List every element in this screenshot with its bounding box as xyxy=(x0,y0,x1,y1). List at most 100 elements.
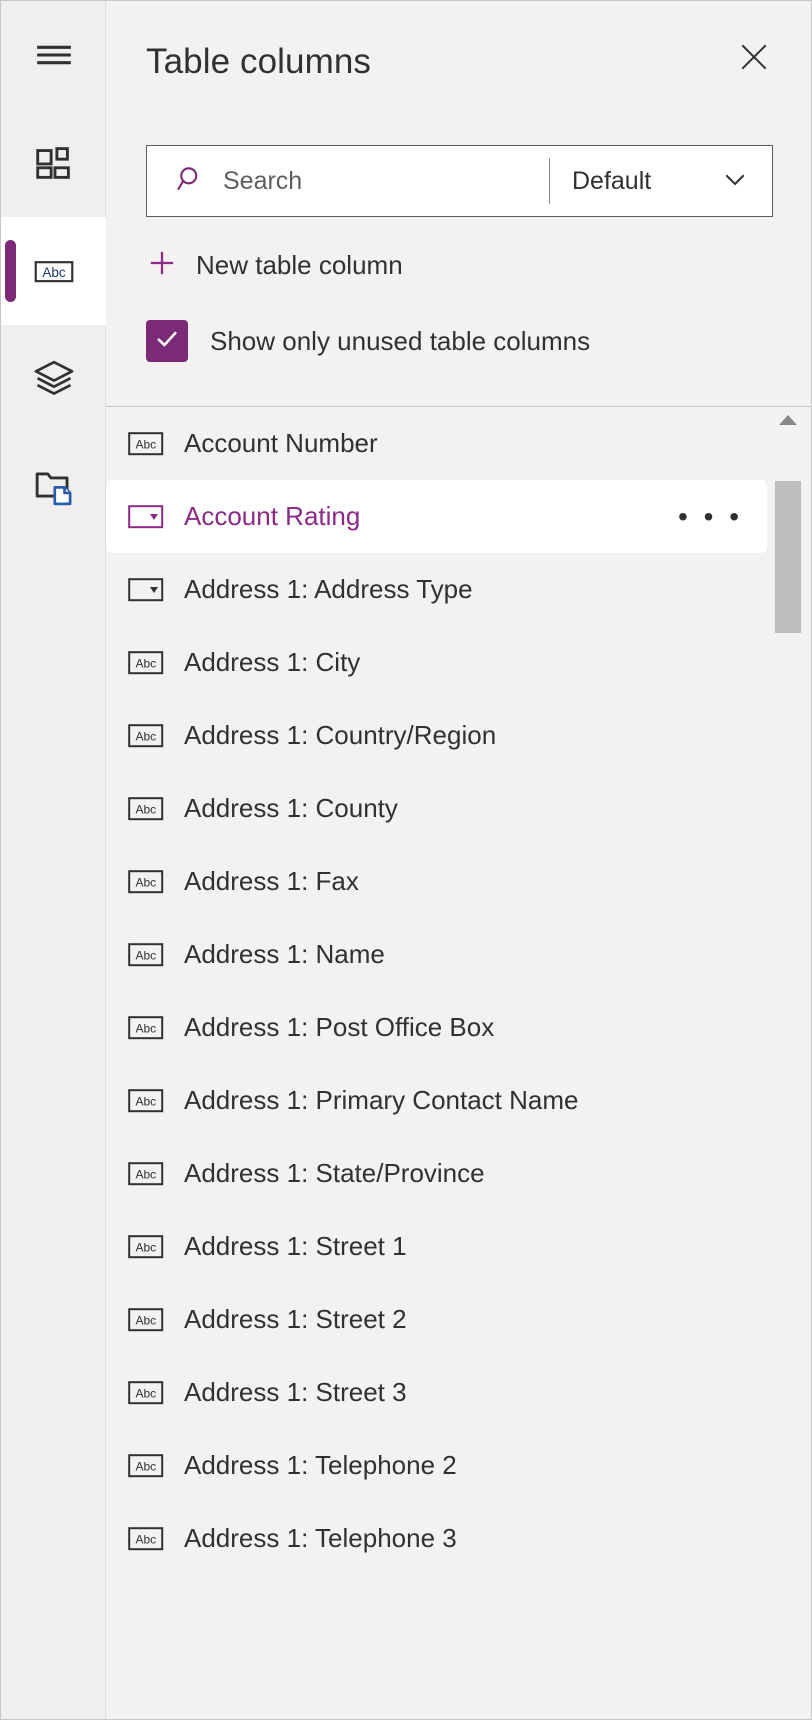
view-selector-label: Default xyxy=(572,167,651,196)
dropdown-icon xyxy=(128,577,164,603)
abc-icon: Abc xyxy=(128,1088,164,1114)
svg-text:Abc: Abc xyxy=(135,729,156,743)
svg-text:Abc: Abc xyxy=(135,656,156,670)
abc-icon: Abc xyxy=(128,1307,164,1333)
rail-item-layers[interactable] xyxy=(1,325,106,433)
list-item-label: Address 1: Telephone 3 xyxy=(184,1523,457,1554)
abc-icon: Abc xyxy=(128,942,164,968)
svg-text:Abc: Abc xyxy=(135,1167,156,1181)
list-item[interactable]: Abc Address 1: Telephone 2 xyxy=(106,1429,767,1502)
row-overflow-menu-button[interactable]: • • • xyxy=(678,503,751,531)
layers-icon xyxy=(31,356,77,402)
abc-icon: Abc xyxy=(128,796,164,822)
list-item[interactable]: Address 1: Address Type xyxy=(106,553,767,626)
list-item[interactable]: Abc Address 1: Primary Contact Name xyxy=(106,1064,767,1137)
list-item-label: Account Rating xyxy=(184,501,360,532)
scrollbar-up-button[interactable] xyxy=(775,409,801,435)
close-icon xyxy=(737,40,771,77)
search-field[interactable] xyxy=(147,146,549,216)
column-list-region: Abc Account Number Account Rating • • • Addr… xyxy=(106,407,811,1719)
list-item[interactable]: Abc Address 1: Street 3 xyxy=(106,1356,767,1429)
list-item[interactable]: Abc Address 1: Street 1 xyxy=(106,1210,767,1283)
list-item-label: Address 1: Country/Region xyxy=(184,720,496,751)
checkmark-icon xyxy=(153,325,181,358)
page-title: Table columns xyxy=(146,44,371,79)
pages-icon xyxy=(31,464,77,510)
components-icon xyxy=(31,140,77,186)
svg-text:Abc: Abc xyxy=(135,1313,156,1327)
abc-icon: Abc xyxy=(128,1453,164,1479)
svg-text:Abc: Abc xyxy=(135,875,156,889)
list-item-label: Address 1: City xyxy=(184,647,360,678)
column-list: Abc Account Number Account Rating • • • Addr… xyxy=(106,407,811,1719)
show-only-unused-checkbox-row[interactable]: Show only unused table columns xyxy=(146,320,590,362)
svg-text:Abc: Abc xyxy=(135,1094,156,1108)
abc-icon: Abc xyxy=(128,1161,164,1187)
list-item[interactable]: Abc Account Number xyxy=(106,407,767,480)
list-item[interactable]: Abc Address 1: City xyxy=(106,626,767,699)
abc-icon: Abc xyxy=(128,431,164,457)
svg-text:Abc: Abc xyxy=(135,802,156,816)
left-rail: Abc xyxy=(1,1,106,1719)
search-input[interactable] xyxy=(223,167,549,196)
list-item[interactable]: Abc Address 1: County xyxy=(106,772,767,845)
hamburger-icon xyxy=(31,32,77,78)
panel: Table columns xyxy=(106,1,811,1719)
active-rail-indicator xyxy=(5,240,16,302)
scrollbar-thumb[interactable] xyxy=(775,481,801,633)
svg-text:Abc: Abc xyxy=(135,1021,156,1035)
list-item-label: Address 1: Fax xyxy=(184,866,359,897)
list-item[interactable]: Abc Address 1: Name xyxy=(106,918,767,991)
show-only-unused-checkbox[interactable] xyxy=(146,320,188,362)
search-and-view-row: Default xyxy=(146,145,773,217)
panel-header: Table columns xyxy=(106,1,811,121)
abc-icon: Abc xyxy=(128,723,164,749)
list-item-label: Address 1: Street 2 xyxy=(184,1304,407,1335)
list-item-label: Account Number xyxy=(184,428,378,459)
list-item-label: Address 1: Primary Contact Name xyxy=(184,1085,578,1116)
abc-icon: Abc xyxy=(128,869,164,895)
rail-item-components[interactable] xyxy=(1,109,106,217)
list-item[interactable]: Abc Address 1: Fax xyxy=(106,845,767,918)
svg-text:Abc: Abc xyxy=(42,265,66,280)
svg-text:Abc: Abc xyxy=(135,1532,156,1546)
list-item-label: Address 1: County xyxy=(184,793,398,824)
abc-icon: Abc xyxy=(31,248,77,294)
plus-icon xyxy=(146,247,178,284)
new-table-column-label: New table column xyxy=(196,250,403,281)
svg-text:Abc: Abc xyxy=(135,1459,156,1473)
list-item-label: Address 1: State/Province xyxy=(184,1158,485,1189)
abc-icon: Abc xyxy=(128,1380,164,1406)
abc-icon: Abc xyxy=(128,650,164,676)
list-scrollbar[interactable] xyxy=(775,407,801,1719)
svg-text:Abc: Abc xyxy=(135,1240,156,1254)
close-button[interactable] xyxy=(725,29,783,87)
list-item-label: Address 1: Name xyxy=(184,939,385,970)
abc-icon: Abc xyxy=(128,1015,164,1041)
list-item-label: Address 1: Telephone 2 xyxy=(184,1450,457,1481)
rail-item-hamburger-menu[interactable] xyxy=(1,1,106,109)
list-item[interactable]: Abc Address 1: Telephone 3 xyxy=(106,1502,767,1575)
list-item[interactable]: Abc Address 1: State/Province xyxy=(106,1137,767,1210)
rail-item-pages[interactable] xyxy=(1,433,106,541)
show-only-unused-label: Show only unused table columns xyxy=(210,326,590,357)
view-selector[interactable]: Default xyxy=(550,146,772,216)
caret-up-icon xyxy=(777,413,799,432)
svg-text:Abc: Abc xyxy=(135,1386,156,1400)
rail-item-table-columns[interactable]: Abc xyxy=(1,217,106,325)
chevron-down-icon xyxy=(720,164,750,199)
svg-text:Abc: Abc xyxy=(135,948,156,962)
list-item-label: Address 1: Street 3 xyxy=(184,1377,407,1408)
dropdown-icon xyxy=(128,504,164,530)
list-item[interactable]: Abc Address 1: Street 2 xyxy=(106,1283,767,1356)
abc-icon: Abc xyxy=(128,1234,164,1260)
table-columns-panel-app: Abc xyxy=(0,0,812,1720)
list-item-label: Address 1: Address Type xyxy=(184,574,473,605)
list-item[interactable]: Abc Address 1: Post Office Box xyxy=(106,991,767,1064)
list-item-label: Address 1: Post Office Box xyxy=(184,1012,494,1043)
list-item[interactable]: Account Rating • • • xyxy=(106,480,767,553)
list-item[interactable]: Abc Address 1: Country/Region xyxy=(106,699,767,772)
list-item-label: Address 1: Street 1 xyxy=(184,1231,407,1262)
new-table-column-button[interactable]: New table column xyxy=(146,247,403,284)
search-icon xyxy=(175,163,207,200)
